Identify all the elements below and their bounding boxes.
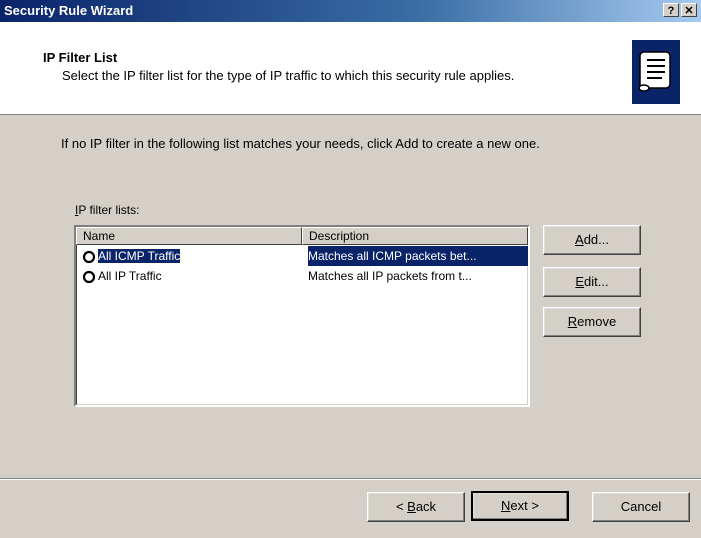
close-button[interactable]: ✕ <box>681 3 697 17</box>
wizard-header: IP Filter List Select the IP filter list… <box>0 22 701 115</box>
list-row[interactable]: All ICMP Traffic Matches all ICMP packet… <box>76 246 528 266</box>
next-button-mnemonic: N <box>501 498 511 513</box>
ip-filter-listview[interactable]: Name Description All ICMP Traffic Matche… <box>74 225 530 407</box>
row-name-text: All ICMP Traffic <box>96 248 182 264</box>
listview-header: Name Description <box>76 227 528 245</box>
page-title: IP Filter List <box>43 50 118 65</box>
row-description-text: Matches all IP packets from t... <box>308 269 472 283</box>
back-button-prefix: < <box>395 499 408 514</box>
edit-button-mnemonic: E <box>575 274 585 289</box>
window-title: Security Rule Wizard <box>4 3 134 18</box>
back-button-label: ack <box>415 499 437 514</box>
edit-button-label: dit... <box>584 274 609 289</box>
scroll-document-icon <box>632 40 680 104</box>
intro-text: If no IP filter in the following list ma… <box>61 136 540 151</box>
cancel-button[interactable]: Cancel <box>592 492 690 522</box>
row-name-cell: All IP Traffic <box>82 266 302 286</box>
column-header-name[interactable]: Name <box>76 227 302 245</box>
page-subtitle: Select the IP filter list for the type o… <box>62 68 515 83</box>
remove-button-label: emove <box>577 314 617 329</box>
add-button-label: dd... <box>583 232 609 247</box>
title-bar: Security Rule Wizard ? ✕ <box>0 0 701 22</box>
footer-separator <box>0 478 701 480</box>
column-header-description[interactable]: Description <box>302 227 528 245</box>
ip-filter-lists-label-rest: P filter lists: <box>78 203 140 217</box>
next-button-label: ext > <box>510 498 539 513</box>
row-description-text: Matches all ICMP packets bet... <box>308 246 528 266</box>
back-button-mnemonic: B <box>407 499 416 514</box>
add-button[interactable]: Add... <box>543 225 641 255</box>
row-name-text: All IP Traffic <box>98 269 162 283</box>
edit-button[interactable]: Edit... <box>543 267 641 297</box>
ip-filter-lists-label: IP filter lists: <box>75 203 139 217</box>
remove-button[interactable]: Remove <box>543 307 641 337</box>
row-name-cell: All ICMP Traffic <box>82 246 302 266</box>
back-button[interactable]: < Back <box>367 492 465 522</box>
list-row[interactable]: All IP Traffic Matches all IP packets fr… <box>76 266 528 286</box>
filter-ring-icon <box>82 270 96 283</box>
add-button-mnemonic: A <box>575 232 584 247</box>
help-button[interactable]: ? <box>663 3 679 17</box>
filter-ring-icon <box>82 250 96 263</box>
next-button[interactable]: Next > <box>471 491 569 521</box>
remove-button-mnemonic: R <box>567 314 578 329</box>
